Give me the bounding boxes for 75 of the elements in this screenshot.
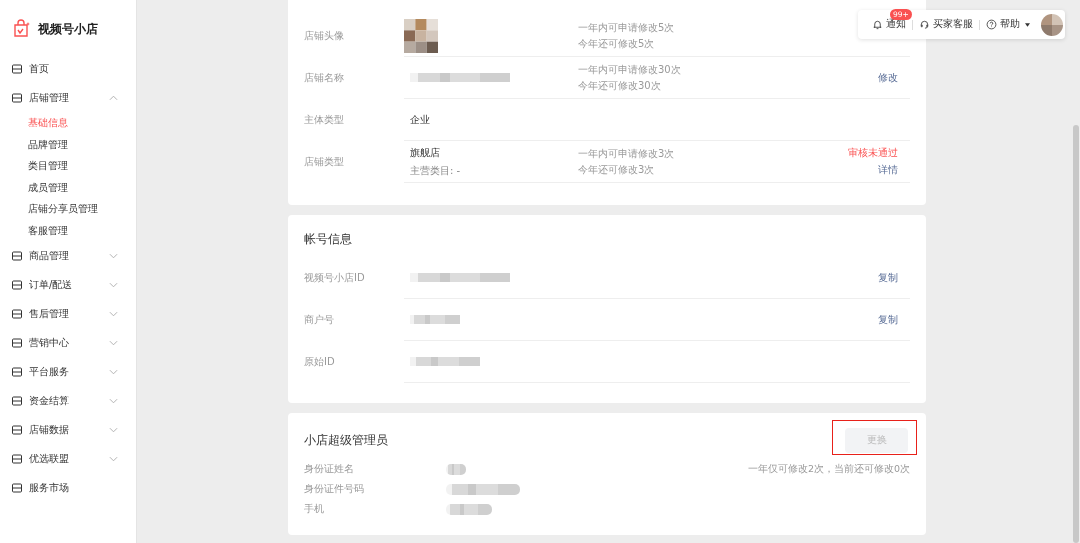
menu-icon — [11, 307, 23, 320]
chevron-icon — [109, 339, 118, 346]
field-label: 原始ID — [304, 355, 336, 369]
user-avatar[interactable] — [1041, 13, 1063, 36]
sidebar-item[interactable]: 服务市场 — [0, 473, 136, 502]
notification-button[interactable]: 通知 — [866, 18, 912, 31]
copy-link[interactable]: 复制 — [878, 270, 898, 285]
field-label: 身份证姓名 — [304, 462, 355, 476]
help-menu[interactable]: 帮助 — [980, 18, 1036, 31]
chevron-icon — [109, 281, 118, 288]
section-title: 帐号信息 — [304, 231, 353, 248]
menu-icon — [11, 481, 23, 494]
blurred-value — [410, 357, 480, 366]
field-label: 主体类型 — [304, 113, 345, 127]
field-value: 主营类目: - — [410, 163, 462, 178]
limit-note: 今年还可修改30次 — [578, 78, 662, 93]
chevron-icon — [109, 310, 118, 317]
chevron-icon — [109, 426, 118, 433]
headset-icon — [919, 19, 930, 30]
sidebar-item[interactable]: 店铺数据 — [0, 415, 136, 444]
sidebar-item[interactable]: 售后管理 — [0, 299, 136, 328]
limit-note: 今年还可修改5次 — [578, 36, 656, 51]
blurred-value — [410, 315, 460, 324]
field-label: 视频号小店ID — [304, 271, 366, 285]
chevron-icon — [109, 455, 118, 462]
sidebar-item[interactable]: 商品管理 — [0, 241, 136, 270]
sidebar-item[interactable]: 首页 — [0, 54, 136, 83]
action-link[interactable]: 修改 — [878, 70, 898, 85]
limit-note: 今年还可修改3次 — [578, 162, 656, 177]
field-label: 身份证件号码 — [304, 482, 365, 496]
field-label: 店铺头像 — [304, 29, 345, 43]
menu-icon — [11, 62, 23, 75]
field-label: 店铺类型 — [304, 155, 345, 169]
copy-link[interactable]: 复制 — [878, 312, 898, 327]
menu-icon — [11, 336, 23, 349]
bell-icon — [872, 19, 883, 30]
caret-icon — [1025, 22, 1030, 27]
chevron-icon — [109, 94, 118, 101]
field-label: 店铺名称 — [304, 71, 345, 85]
sidebar-item[interactable]: 店铺管理 — [0, 83, 136, 112]
submenu-item[interactable]: 品牌管理 — [0, 133, 136, 155]
field-value: 企业 — [410, 112, 431, 127]
action-link[interactable]: 详情 — [878, 163, 898, 177]
sidebar-item[interactable]: 营销中心 — [0, 328, 136, 357]
chevron-icon — [109, 252, 118, 259]
blurred-value — [446, 463, 466, 475]
scrollbar[interactable] — [1073, 125, 1079, 543]
menu-icon — [11, 365, 23, 378]
app-title: 视频号小店 — [38, 20, 98, 38]
sidebar-item[interactable]: 资金结算 — [0, 386, 136, 415]
menu-icon — [11, 423, 23, 436]
review-status: 审核未通过 — [848, 146, 898, 160]
field-label: 手机 — [304, 502, 325, 516]
submenu-item[interactable]: 类目管理 — [0, 155, 136, 177]
menu-icon — [11, 91, 23, 104]
submenu-item[interactable]: 店铺分享员管理 — [0, 198, 136, 220]
submenu-item[interactable]: 成员管理 — [0, 176, 136, 198]
menu-icon — [11, 452, 23, 465]
service-button[interactable]: 买家客服 — [913, 18, 979, 31]
chevron-icon — [109, 397, 118, 404]
submenu-item[interactable]: 客服管理 — [0, 219, 136, 241]
menu-icon — [11, 278, 23, 291]
field-label: 商户号 — [304, 313, 335, 327]
menu-icon — [11, 249, 23, 262]
sidebar-item[interactable]: 优选联盟 — [0, 444, 136, 473]
help-icon — [986, 19, 997, 30]
sidebar-item[interactable]: 订单/配送 — [0, 270, 136, 299]
section-title: 小店超级管理员 — [304, 431, 388, 449]
menu-icon — [11, 394, 23, 407]
blurred-avatar — [404, 18, 438, 53]
blurred-value — [446, 503, 492, 515]
field-value: 旗舰店 — [410, 145, 441, 160]
chevron-icon — [109, 368, 118, 375]
shop-bag-icon — [12, 19, 32, 39]
sidebar-item[interactable]: 平台服务 — [0, 357, 136, 386]
